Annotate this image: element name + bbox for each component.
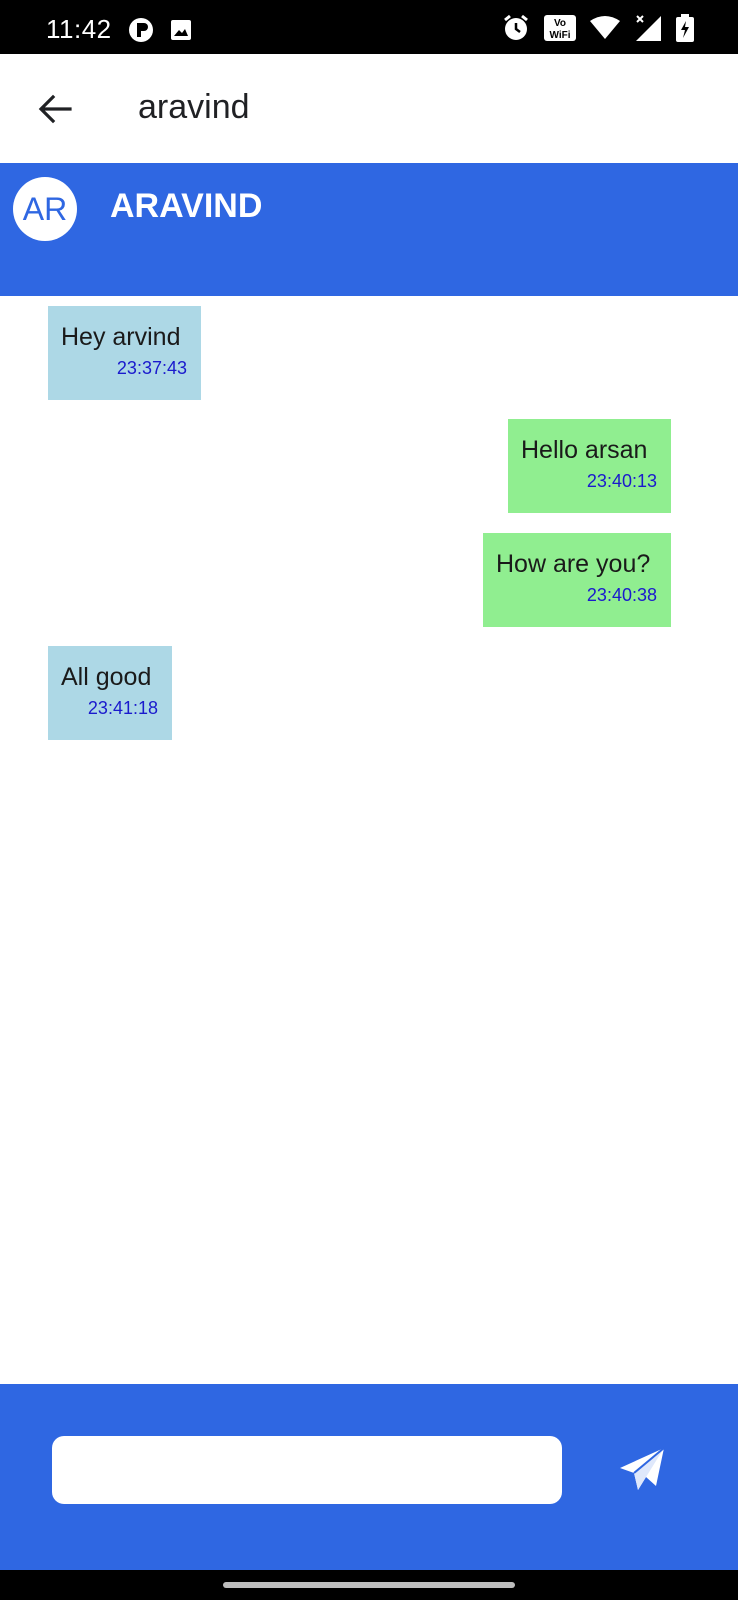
send-button[interactable] <box>610 1438 674 1502</box>
status-bar: 11:42 Vo WiFi <box>0 0 738 54</box>
navigation-bar <box>0 1570 738 1600</box>
message-bubble-incoming[interactable]: Hey arvind 23:37:43 <box>48 306 201 400</box>
vowifi-vo-text: Vo <box>554 18 566 29</box>
message-bubble-outgoing[interactable]: How are you? 23:40:38 <box>483 533 671 627</box>
message-text: How are you? <box>496 550 651 578</box>
notification-r-icon <box>128 17 154 43</box>
arrow-back-icon <box>38 94 72 124</box>
status-time: 11:42 <box>46 14 112 44</box>
message-timestamp: 23:41:18 <box>87 698 158 718</box>
composer-bar <box>0 1384 738 1570</box>
message-bubble-incoming[interactable]: All good 23:41:18 <box>48 646 172 740</box>
app-bar: aravind <box>0 54 738 164</box>
send-icon <box>620 1447 665 1490</box>
contact-name: ARAVIND <box>110 187 263 225</box>
signal-icon <box>634 14 662 42</box>
vowifi-icon: Vo WiFi <box>544 15 576 41</box>
message-timestamp: 23:40:38 <box>586 585 657 605</box>
back-button[interactable] <box>30 84 80 134</box>
vowifi-wifi-text: WiFi <box>549 30 570 41</box>
status-left-icons <box>128 17 192 43</box>
message-timestamp: 23:37:43 <box>116 358 187 378</box>
chat-screen: 11:42 Vo WiFi aravind AR ARAVIND Hey arv… <box>0 0 738 1600</box>
status-right-icons: Vo WiFi <box>502 14 694 42</box>
message-input[interactable] <box>52 1436 562 1504</box>
page-title: aravind <box>138 88 250 126</box>
image-icon <box>170 19 192 41</box>
message-timestamp: 23:40:13 <box>586 471 657 491</box>
contact-header: AR ARAVIND <box>0 163 738 296</box>
message-bubble-outgoing[interactable]: Hello arsan 23:40:13 <box>508 419 671 513</box>
message-text: Hello arsan <box>521 436 648 464</box>
wifi-icon <box>590 16 620 40</box>
avatar[interactable]: AR <box>13 177 77 241</box>
message-text: All good <box>61 663 152 691</box>
battery-charging-icon <box>676 14 694 42</box>
message-text: Hey arvind <box>61 323 181 351</box>
home-indicator[interactable] <box>223 1582 515 1588</box>
alarm-icon <box>502 14 530 42</box>
